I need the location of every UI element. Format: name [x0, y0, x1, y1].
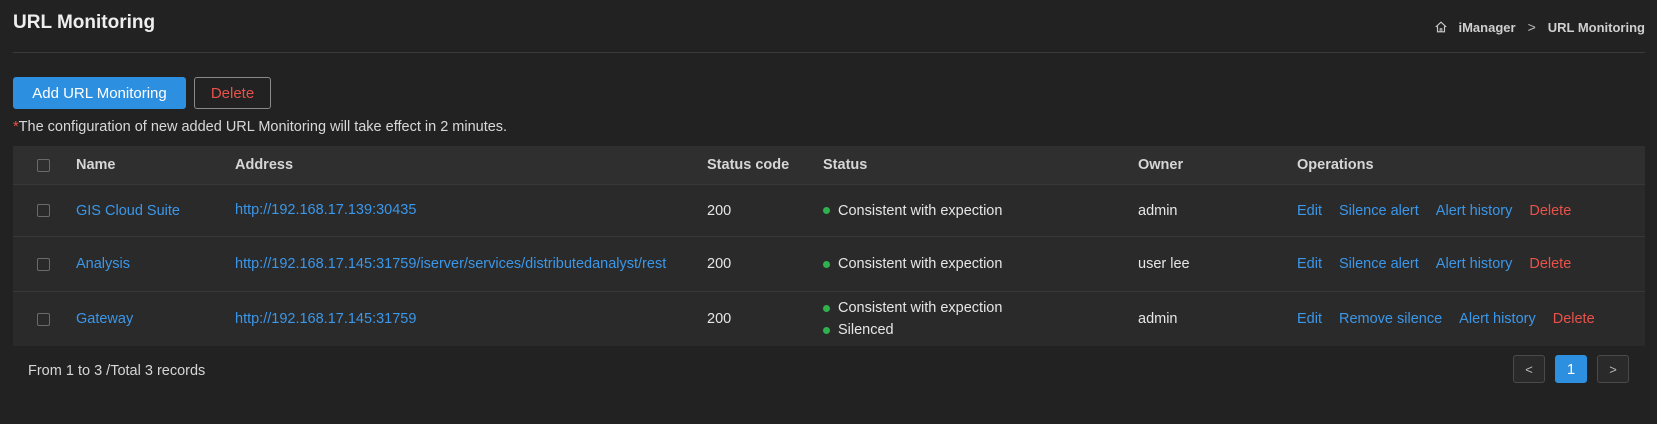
row-checkbox[interactable] — [37, 257, 50, 271]
edit-link[interactable]: Edit — [1297, 256, 1322, 272]
column-header-owner: Owner — [1138, 157, 1184, 173]
row-status-code: 200 — [707, 202, 732, 219]
row-address-link[interactable]: http://192.168.17.145:31759/iserver/serv… — [235, 254, 666, 275]
edit-link[interactable]: Edit — [1297, 311, 1322, 327]
row-name-link[interactable]: GIS Cloud Suite — [76, 185, 180, 236]
row-owner: admin — [1138, 311, 1178, 327]
row-owner: admin — [1138, 202, 1178, 219]
row-name-link[interactable]: Analysis — [76, 237, 130, 291]
status-badge: Consistent with expection — [823, 200, 1002, 222]
row-operations: Edit Remove silence Alert history Delete — [1297, 292, 1595, 346]
silence-alert-link[interactable]: Silence alert — [1339, 256, 1419, 272]
status-dot-icon — [823, 304, 830, 312]
url-monitoring-table: Name Address Status code Status Owner Op… — [13, 146, 1645, 346]
column-header-name: Name — [76, 157, 116, 173]
breadcrumb-item-imanager[interactable]: iManager — [1458, 20, 1515, 35]
status-dot-icon — [823, 260, 830, 268]
table-row: Gateway http://192.168.17.145:31759 200 … — [13, 291, 1645, 346]
next-page-button[interactable]: > — [1597, 355, 1629, 383]
column-header-status: Status — [823, 157, 868, 173]
row-checkbox[interactable] — [37, 204, 50, 217]
row-address-link[interactable]: http://192.168.17.139:30435 — [235, 200, 416, 221]
silenced-badge: Silenced — [823, 319, 894, 341]
pagination: < 1 > — [1513, 355, 1629, 383]
row-address-link[interactable]: http://192.168.17.145:31759 — [235, 309, 416, 330]
chevron-right-icon: > — [1527, 19, 1536, 35]
prev-page-button[interactable]: < — [1513, 355, 1545, 383]
row-checkbox[interactable] — [37, 312, 50, 326]
row-operations: Edit Silence alert Alert history Delete — [1297, 237, 1571, 291]
alert-history-link[interactable]: Alert history — [1459, 311, 1536, 327]
pagination-summary: From 1 to 3 /Total 3 records — [28, 363, 206, 379]
column-header-address: Address — [235, 157, 294, 173]
remove-silence-link[interactable]: Remove silence — [1339, 311, 1442, 327]
row-owner: user lee — [1138, 256, 1190, 272]
header-divider — [13, 52, 1645, 53]
page-title: URL Monitoring — [13, 12, 156, 33]
table-row: GIS Cloud Suite http://192.168.17.139:30… — [13, 184, 1645, 236]
column-header-operations: Operations — [1297, 157, 1374, 173]
status-badge: Consistent with expection — [823, 297, 1002, 319]
notice-text: *The configuration of new added URL Moni… — [13, 119, 508, 135]
silence-alert-link[interactable]: Silence alert — [1339, 203, 1419, 219]
select-all-checkbox[interactable] — [37, 158, 50, 172]
row-operations: Edit Silence alert Alert history Delete — [1297, 185, 1571, 236]
status-badge: Consistent with expection — [823, 253, 1002, 275]
page-1-button[interactable]: 1 — [1555, 355, 1587, 383]
breadcrumb: iManager > URL Monitoring — [1434, 19, 1645, 35]
delete-link[interactable]: Delete — [1529, 256, 1571, 272]
row-status-code: 200 — [707, 311, 732, 327]
status-dot-icon — [823, 326, 830, 334]
table-row: Analysis http://192.168.17.145:31759/ise… — [13, 236, 1645, 291]
edit-link[interactable]: Edit — [1297, 203, 1322, 219]
row-status-code: 200 — [707, 256, 732, 272]
delete-button[interactable]: Delete — [194, 77, 271, 109]
row-name-link[interactable]: Gateway — [76, 292, 133, 346]
table-header: Name Address Status code Status Owner Op… — [13, 146, 1645, 184]
column-header-status-code: Status code — [707, 157, 790, 173]
home-icon[interactable] — [1434, 20, 1448, 34]
alert-history-link[interactable]: Alert history — [1436, 203, 1513, 219]
delete-link[interactable]: Delete — [1553, 311, 1595, 327]
status-dot-icon — [823, 207, 830, 214]
delete-link[interactable]: Delete — [1529, 203, 1571, 219]
add-url-monitoring-button[interactable]: Add URL Monitoring — [13, 77, 186, 109]
breadcrumb-item-current: URL Monitoring — [1547, 19, 1645, 35]
alert-history-link[interactable]: Alert history — [1436, 256, 1513, 272]
